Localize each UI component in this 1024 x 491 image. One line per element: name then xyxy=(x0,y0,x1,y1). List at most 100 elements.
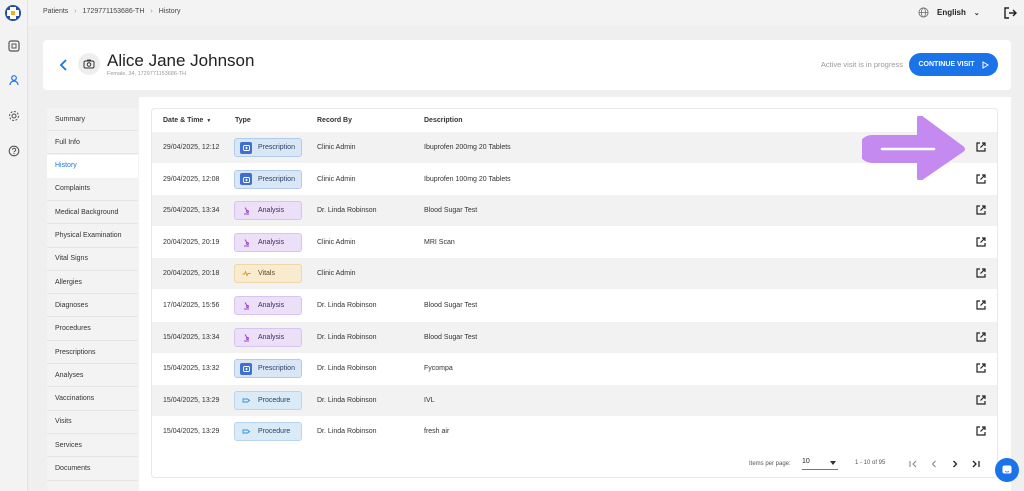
language-label: English xyxy=(937,8,966,17)
analysis-icon xyxy=(240,331,252,343)
menu-item-diagnoses[interactable]: Diagnoses xyxy=(47,294,138,318)
menu-item-full-info[interactable]: Full Info xyxy=(47,131,138,155)
visit-status-text: Active visit is in progress xyxy=(820,60,903,69)
continue-visit-button[interactable]: CONTINUE VISIT xyxy=(909,53,998,76)
dashboard-icon[interactable] xyxy=(6,38,22,54)
patients-icon[interactable] xyxy=(6,72,22,88)
patient-name: Alice Jane Johnson xyxy=(107,51,255,70)
last-page-icon[interactable] xyxy=(970,458,982,470)
table-row[interactable]: 17/04/2025, 15:56 Analysis Dr. Linda Robin… xyxy=(152,290,997,321)
prescription-icon xyxy=(240,141,252,154)
menu-item-allergies[interactable]: Allergies xyxy=(47,271,138,295)
menu-item-summary[interactable]: Summary xyxy=(47,108,138,131)
type-badge: Procedure xyxy=(234,422,302,442)
play-icon xyxy=(982,60,989,69)
menu-item-vital-signs[interactable]: Vital Signs xyxy=(47,248,138,271)
row-record-by: Dr. Linda Robinson xyxy=(317,396,377,404)
type-label: Analysis xyxy=(258,333,285,341)
logout-icon[interactable] xyxy=(1003,6,1017,20)
menu-item-prescriptions[interactable]: Prescriptions xyxy=(47,341,138,364)
analysis-icon xyxy=(240,236,252,248)
row-description: Blood Sugar Test xyxy=(424,333,478,341)
type-badge: Vitals xyxy=(234,264,302,284)
type-label: Analysis xyxy=(258,207,285,215)
menu-item-history[interactable]: History xyxy=(47,154,138,178)
table-row[interactable]: 20/04/2025, 20:19 Analysis Clinic Admin MRI… xyxy=(152,227,997,258)
row-description: Blood Sugar Test xyxy=(424,207,478,215)
open-external-icon[interactable] xyxy=(975,394,987,406)
row-date: 15/04/2025, 13:34 xyxy=(163,333,220,341)
next-page-icon[interactable] xyxy=(949,458,961,470)
menu-item-complaints[interactable]: Complaints xyxy=(47,178,138,201)
breadcrumb-patients[interactable]: Patients xyxy=(43,8,68,15)
open-external-icon[interactable] xyxy=(975,299,987,311)
table-row[interactable]: 20/04/2025, 20:18 Vitals Clinic Admin xyxy=(152,258,997,290)
type-label: Vitals xyxy=(258,270,275,278)
type-badge: Analysis xyxy=(234,201,302,221)
items-per-page-value: 10 xyxy=(802,458,810,465)
sort-date-header[interactable]: Date & Time ▼ xyxy=(163,117,211,124)
patient-meta: Female, 34, 1729771153686-TH xyxy=(107,71,187,77)
row-date: 20/04/2025, 20:19 xyxy=(163,238,220,246)
analysis-icon xyxy=(240,205,252,217)
menu-item-documents[interactable]: Documents xyxy=(47,458,138,481)
back-arrow-icon[interactable] xyxy=(57,57,71,73)
breadcrumb-patient-id[interactable]: 1729771153686-TH xyxy=(83,8,145,15)
items-per-page-select[interactable]: 10 xyxy=(802,458,838,470)
open-external-icon[interactable] xyxy=(975,425,987,437)
open-external-icon[interactable] xyxy=(975,204,987,216)
row-record-by: Dr. Linda Robinson xyxy=(317,333,377,341)
header-type: Type xyxy=(235,117,251,124)
menu-item-physical-examination[interactable]: Physical Examination xyxy=(47,225,138,248)
support-chat-button[interactable] xyxy=(995,458,1019,482)
open-external-icon[interactable] xyxy=(975,331,987,343)
breadcrumb: Patients › 1729771153686-TH › History xyxy=(43,8,181,15)
table-row[interactable]: 15/04/2025, 13:32 Prescription Dr. Linda R… xyxy=(152,353,997,384)
type-badge: Analysis xyxy=(234,296,302,315)
open-external-icon[interactable] xyxy=(975,267,987,279)
open-external-icon[interactable] xyxy=(975,173,987,185)
patient-section-menu: Summary Full Info History Complaints Medical… xyxy=(47,108,139,491)
app-logo[interactable] xyxy=(5,5,21,21)
language-selector[interactable]: English ⌄ xyxy=(918,7,980,18)
open-external-icon[interactable] xyxy=(975,236,987,248)
row-record-by: Clinic Admin xyxy=(317,144,356,151)
table-row[interactable]: 15/04/2025, 13:29 Procedure Dr. Linda Robi… xyxy=(152,384,997,416)
menu-item-medical-background[interactable]: Medical Background xyxy=(47,201,138,225)
type-badge: Prescription xyxy=(234,359,302,379)
row-record-by: Clinic Admin xyxy=(317,238,356,246)
menu-item-procedures[interactable]: Procedures xyxy=(47,318,138,341)
table-row[interactable]: 15/04/2025, 13:34 Analysis Dr. Linda Robin… xyxy=(152,321,997,353)
type-label: Prescription xyxy=(258,365,295,373)
open-external-icon[interactable] xyxy=(975,362,987,374)
type-badge: Analysis xyxy=(234,327,302,347)
menu-item-analyses[interactable]: Analyses xyxy=(47,364,138,388)
menu-item-visits[interactable]: Visits xyxy=(47,411,138,434)
procedure-icon xyxy=(240,394,252,406)
settings-icon[interactable] xyxy=(6,108,22,124)
type-label: Prescription xyxy=(258,144,295,151)
patient-photo-button[interactable] xyxy=(78,53,100,75)
table-row[interactable]: 15/04/2025, 13:29 Procedure Dr. Linda Robi… xyxy=(152,416,997,447)
help-icon[interactable] xyxy=(6,143,22,159)
row-description: IVL xyxy=(424,396,435,404)
row-record-by: Dr. Linda Robinson xyxy=(317,428,377,436)
breadcrumb-separator: › xyxy=(150,8,153,15)
row-date: 15/04/2025, 13:29 xyxy=(163,396,220,404)
row-date: 29/04/2025, 12:08 xyxy=(163,175,220,183)
menu-item-vaccinations[interactable]: Vaccinations xyxy=(47,388,138,411)
menu-item-services[interactable]: Services xyxy=(47,434,138,458)
prescription-icon xyxy=(240,362,252,375)
open-external-icon[interactable] xyxy=(975,141,987,153)
table-row[interactable]: 25/04/2025, 13:34 Analysis Dr. Linda Robin… xyxy=(152,195,997,227)
prev-page-icon[interactable] xyxy=(928,458,940,470)
procedure-icon xyxy=(240,426,252,438)
pagination: Items per page: 10 1 - 10 of 95 xyxy=(152,455,997,475)
type-badge: Prescription xyxy=(234,169,302,189)
row-record-by: Dr. Linda Robinson xyxy=(317,207,377,215)
vitals-icon xyxy=(240,268,252,280)
items-per-page-label: Items per page: xyxy=(749,461,791,467)
row-description: Fycompa xyxy=(424,365,453,373)
chevron-down-icon: ⌄ xyxy=(973,9,980,17)
first-page-icon[interactable] xyxy=(907,458,919,470)
